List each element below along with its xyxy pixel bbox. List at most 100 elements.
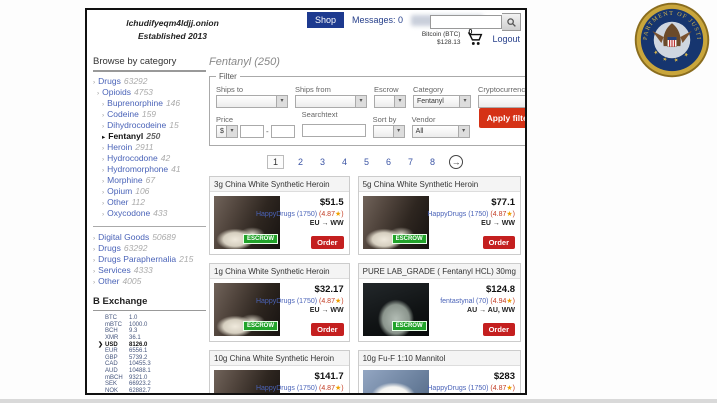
shop-button[interactable]: Shop bbox=[307, 12, 344, 28]
page-2[interactable]: 2 bbox=[295, 156, 306, 168]
category-select[interactable]: Fentanyl▾ bbox=[413, 95, 471, 108]
active-marker bbox=[93, 328, 105, 335]
vendor-line: HappyDrugs (1750) (4.87★) bbox=[427, 210, 515, 218]
sidebar-item-codeine[interactable]: ›Codeine159 bbox=[102, 110, 206, 120]
sidebar-item-hydromorphone[interactable]: ›Hydromorphone41 bbox=[102, 165, 206, 175]
category-count: 63292 bbox=[124, 77, 148, 87]
page-5[interactable]: 5 bbox=[361, 156, 372, 168]
vendor-link[interactable]: HappyDrugs (1750) bbox=[256, 298, 319, 305]
shipping-route: EU → WW bbox=[427, 394, 515, 395]
vendor-rating: (4.87 bbox=[319, 211, 335, 218]
page-title: Fentanyl (250) bbox=[209, 56, 521, 68]
product-grid: 3g China White Synthetic HeroinESCROW$51… bbox=[209, 176, 521, 395]
order-button[interactable]: Order bbox=[483, 236, 515, 249]
page-8[interactable]: 8 bbox=[427, 156, 438, 168]
apply-filter-button[interactable]: Apply filter bbox=[479, 108, 527, 128]
section-list: ›Digital Goods50689›Drugs63292›Drugs Par… bbox=[93, 233, 206, 287]
exchange-value: 48852.6 bbox=[129, 394, 206, 395]
product-title[interactable]: 10g China White Synthetic Heroin bbox=[210, 351, 349, 366]
sidebar-item-buprenorphine[interactable]: ›Buprenorphine146 bbox=[102, 99, 206, 109]
price-min-input[interactable] bbox=[240, 125, 264, 138]
exchange-row-aud: AUD10488.1 bbox=[93, 368, 206, 375]
price-max-input[interactable] bbox=[271, 125, 295, 138]
page-1[interactable]: 1 bbox=[267, 155, 284, 169]
order-button[interactable]: Order bbox=[311, 236, 343, 249]
sidebar-item-other[interactable]: ›Other112 bbox=[102, 198, 206, 208]
ships-to-select[interactable]: ▾ bbox=[216, 95, 288, 108]
sidebar-item-opioids[interactable]: ›Opioids4753 bbox=[97, 88, 206, 98]
order-button[interactable]: Order bbox=[311, 323, 343, 336]
sidebar-item-hydrocodone[interactable]: ›Hydrocodone42 bbox=[102, 154, 206, 164]
category-count: 15 bbox=[169, 121, 178, 131]
search-button[interactable] bbox=[502, 13, 521, 31]
product-body: ESCROW$141.7HappyDrugs (1750) (4.87★)EU … bbox=[210, 366, 349, 395]
sidebar-item-oxycodone[interactable]: ›Oxycodone433 bbox=[102, 209, 206, 219]
vendor-link[interactable]: fentastynal (70) bbox=[440, 298, 490, 305]
shipping-route: EU → WW bbox=[256, 307, 344, 314]
exchange-code: CAD bbox=[105, 361, 129, 368]
category-link: Drugs bbox=[98, 244, 121, 254]
active-marker bbox=[93, 375, 105, 382]
exchange-code: EUR bbox=[105, 348, 129, 355]
category-link: Services bbox=[98, 266, 131, 276]
sort-by-select[interactable]: ▾ bbox=[373, 125, 405, 138]
next-page-button[interactable]: → bbox=[449, 155, 463, 169]
main-content: Fentanyl (250) Filter Ships to ▾ Ships f… bbox=[209, 56, 521, 395]
category-link: Digital Goods bbox=[98, 233, 149, 243]
product-image[interactable] bbox=[363, 370, 429, 395]
sidebar-item-dihydrocodeine[interactable]: ›Dihydrocodeine15 bbox=[102, 121, 206, 131]
category-link: Codeine bbox=[107, 110, 139, 120]
vendor-link[interactable]: HappyDrugs (1750) bbox=[256, 211, 319, 218]
currency-select[interactable]: $▾ bbox=[216, 125, 238, 138]
vendor-link[interactable]: HappyDrugs (1750) bbox=[427, 211, 490, 218]
product-title[interactable]: 3g China White Synthetic Heroin bbox=[210, 177, 349, 192]
page-4[interactable]: 4 bbox=[339, 156, 350, 168]
messages-link[interactable]: Messages: 0 bbox=[352, 15, 403, 25]
vendor-line: fentastynal (70) (4.94★) bbox=[440, 297, 515, 305]
logout-link[interactable]: Logout bbox=[492, 34, 520, 44]
category-count: 433 bbox=[153, 209, 167, 219]
sidebar-item-drugs[interactable]: ›Drugs63292 bbox=[93, 77, 206, 87]
category-count: 50689 bbox=[152, 233, 176, 243]
exchange-value: 36.1 bbox=[129, 335, 206, 342]
sidebar-item-drugs[interactable]: ›Drugs63292 bbox=[93, 244, 206, 254]
product-title[interactable]: 1g China White Synthetic Heroin bbox=[210, 264, 349, 279]
page-3[interactable]: 3 bbox=[317, 156, 328, 168]
sidebar-item-heroin[interactable]: ›Heroin2911 bbox=[102, 143, 206, 153]
bullet-icon: › bbox=[102, 112, 104, 119]
product-title[interactable]: PURE LAB_GRADE ( Fentanyl HCL) 30mg bbox=[359, 264, 520, 279]
search-input[interactable] bbox=[430, 15, 502, 29]
pagination: 12345678 → bbox=[209, 155, 521, 169]
btc-rate: Bitcoin (BTC) $128.13 bbox=[422, 31, 461, 48]
vendor-link[interactable]: HappyDrugs (1750) bbox=[427, 385, 490, 392]
sidebar-item-morphine[interactable]: ›Morphine67 bbox=[102, 176, 206, 186]
category-link: Fentanyl bbox=[108, 132, 143, 142]
bullet-icon: › bbox=[102, 145, 104, 152]
page-6[interactable]: 6 bbox=[383, 156, 394, 168]
sidebar-item-services[interactable]: ›Services4333 bbox=[93, 266, 206, 276]
category-count: 159 bbox=[142, 110, 156, 120]
filter-panel: Filter Ships to ▾ Ships from ▾ Escrow ▾ … bbox=[209, 72, 527, 146]
sidebar-item-opium[interactable]: ›Opium106 bbox=[102, 187, 206, 197]
category-count: 67 bbox=[146, 176, 155, 186]
product-info: $124.8fentastynal (70) (4.94★)AU → AU, W… bbox=[440, 284, 515, 314]
category-select-value: Fentanyl bbox=[417, 98, 444, 105]
searchtext-input[interactable] bbox=[302, 124, 366, 137]
category-count: 4333 bbox=[134, 266, 153, 276]
sidebar-item-digital-goods[interactable]: ›Digital Goods50689 bbox=[93, 233, 206, 243]
sidebar-item-other[interactable]: ›Other4005 bbox=[93, 277, 206, 287]
sidebar-item-fentanyl[interactable]: ▸Fentanyl250 bbox=[102, 132, 206, 142]
cryptocurrency-select[interactable]: ▾ bbox=[478, 95, 527, 108]
vendor-select[interactable]: All▾ bbox=[412, 125, 470, 138]
vendor-link[interactable]: HappyDrugs (1750) bbox=[256, 385, 319, 392]
page-7[interactable]: 7 bbox=[405, 156, 416, 168]
escrow-select[interactable]: ▾ bbox=[374, 95, 406, 108]
sidebar-item-drugs-paraphernalia[interactable]: ›Drugs Paraphernalia215 bbox=[93, 255, 206, 265]
product-title[interactable]: 10g Fu-F 1:10 Mannitol bbox=[359, 351, 520, 366]
bullet-icon: › bbox=[102, 178, 104, 185]
cart-button[interactable]: 0 bbox=[467, 31, 485, 47]
order-button[interactable]: Order bbox=[483, 323, 515, 336]
ships-from-select[interactable]: ▾ bbox=[295, 95, 367, 108]
price-label: Price bbox=[216, 115, 295, 124]
product-title[interactable]: 5g China White Synthetic Heroin bbox=[359, 177, 520, 192]
